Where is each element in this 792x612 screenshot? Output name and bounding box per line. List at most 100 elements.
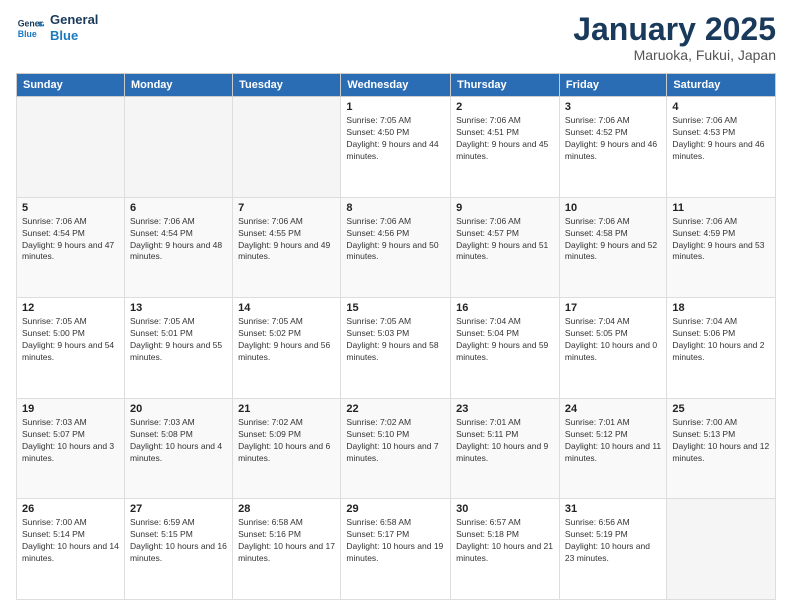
day-number: 11 — [672, 202, 770, 214]
table-row: 29 Sunrise: 6:58 AMSunset: 5:17 PMDaylig… — [341, 499, 451, 600]
day-number: 29 — [346, 503, 445, 515]
day-number: 15 — [346, 302, 445, 314]
day-info: Sunrise: 7:04 AMSunset: 5:04 PMDaylight:… — [456, 316, 548, 362]
day-number: 19 — [22, 403, 119, 415]
table-row: 26 Sunrise: 7:00 AMSunset: 5:14 PMDaylig… — [17, 499, 125, 600]
day-info: Sunrise: 7:05 AMSunset: 5:00 PMDaylight:… — [22, 316, 114, 362]
table-row: 7 Sunrise: 7:06 AMSunset: 4:55 PMDayligh… — [233, 197, 341, 298]
day-number: 14 — [238, 302, 335, 314]
day-info: Sunrise: 7:06 AMSunset: 4:58 PMDaylight:… — [565, 216, 657, 262]
table-row — [17, 97, 125, 198]
day-info: Sunrise: 7:04 AMSunset: 5:06 PMDaylight:… — [672, 316, 764, 362]
table-row — [667, 499, 776, 600]
header-monday: Monday — [124, 74, 232, 97]
header-wednesday: Wednesday — [341, 74, 451, 97]
day-info: Sunrise: 7:05 AMSunset: 5:01 PMDaylight:… — [130, 316, 222, 362]
table-row — [124, 97, 232, 198]
day-number: 23 — [456, 403, 554, 415]
day-number: 1 — [346, 101, 445, 113]
day-info: Sunrise: 7:00 AMSunset: 5:14 PMDaylight:… — [22, 517, 119, 563]
table-row — [233, 97, 341, 198]
day-info: Sunrise: 7:06 AMSunset: 4:56 PMDaylight:… — [346, 216, 438, 262]
table-row: 28 Sunrise: 6:58 AMSunset: 5:16 PMDaylig… — [233, 499, 341, 600]
week-row-4: 26 Sunrise: 7:00 AMSunset: 5:14 PMDaylig… — [17, 499, 776, 600]
week-row-1: 5 Sunrise: 7:06 AMSunset: 4:54 PMDayligh… — [17, 197, 776, 298]
day-info: Sunrise: 7:00 AMSunset: 5:13 PMDaylight:… — [672, 417, 769, 463]
table-row: 1 Sunrise: 7:05 AMSunset: 4:50 PMDayligh… — [341, 97, 451, 198]
day-number: 26 — [22, 503, 119, 515]
day-number: 6 — [130, 202, 227, 214]
table-row: 13 Sunrise: 7:05 AMSunset: 5:01 PMDaylig… — [124, 298, 232, 399]
day-info: Sunrise: 7:06 AMSunset: 4:54 PMDaylight:… — [22, 216, 114, 262]
day-info: Sunrise: 6:57 AMSunset: 5:18 PMDaylight:… — [456, 517, 553, 563]
day-number: 22 — [346, 403, 445, 415]
calendar-page: General Blue General Blue January 2025 M… — [0, 0, 792, 612]
day-number: 4 — [672, 101, 770, 113]
day-number: 20 — [130, 403, 227, 415]
table-row: 12 Sunrise: 7:05 AMSunset: 5:00 PMDaylig… — [17, 298, 125, 399]
day-number: 8 — [346, 202, 445, 214]
day-info: Sunrise: 7:02 AMSunset: 5:10 PMDaylight:… — [346, 417, 438, 463]
day-number: 5 — [22, 202, 119, 214]
day-number: 30 — [456, 503, 554, 515]
day-info: Sunrise: 7:03 AMSunset: 5:08 PMDaylight:… — [130, 417, 222, 463]
table-row: 14 Sunrise: 7:05 AMSunset: 5:02 PMDaylig… — [233, 298, 341, 399]
day-number: 13 — [130, 302, 227, 314]
day-info: Sunrise: 7:06 AMSunset: 4:51 PMDaylight:… — [456, 115, 548, 161]
table-row: 3 Sunrise: 7:06 AMSunset: 4:52 PMDayligh… — [559, 97, 666, 198]
table-row: 10 Sunrise: 7:06 AMSunset: 4:58 PMDaylig… — [559, 197, 666, 298]
day-number: 27 — [130, 503, 227, 515]
table-row: 8 Sunrise: 7:06 AMSunset: 4:56 PMDayligh… — [341, 197, 451, 298]
day-number: 18 — [672, 302, 770, 314]
header-saturday: Saturday — [667, 74, 776, 97]
table-row: 31 Sunrise: 6:56 AMSunset: 5:19 PMDaylig… — [559, 499, 666, 600]
table-row: 18 Sunrise: 7:04 AMSunset: 5:06 PMDaylig… — [667, 298, 776, 399]
day-number: 28 — [238, 503, 335, 515]
week-row-0: 1 Sunrise: 7:05 AMSunset: 4:50 PMDayligh… — [17, 97, 776, 198]
table-row: 30 Sunrise: 6:57 AMSunset: 5:18 PMDaylig… — [451, 499, 560, 600]
table-row: 19 Sunrise: 7:03 AMSunset: 5:07 PMDaylig… — [17, 398, 125, 499]
day-number: 31 — [565, 503, 661, 515]
table-row: 25 Sunrise: 7:00 AMSunset: 5:13 PMDaylig… — [667, 398, 776, 499]
table-row: 16 Sunrise: 7:04 AMSunset: 5:04 PMDaylig… — [451, 298, 560, 399]
table-row: 2 Sunrise: 7:06 AMSunset: 4:51 PMDayligh… — [451, 97, 560, 198]
table-row: 4 Sunrise: 7:06 AMSunset: 4:53 PMDayligh… — [667, 97, 776, 198]
day-number: 24 — [565, 403, 661, 415]
day-number: 17 — [565, 302, 661, 314]
day-number: 12 — [22, 302, 119, 314]
day-info: Sunrise: 7:04 AMSunset: 5:05 PMDaylight:… — [565, 316, 657, 362]
day-info: Sunrise: 6:58 AMSunset: 5:17 PMDaylight:… — [346, 517, 443, 563]
day-info: Sunrise: 7:02 AMSunset: 5:09 PMDaylight:… — [238, 417, 330, 463]
header-friday: Friday — [559, 74, 666, 97]
title-block: January 2025 Maruoka, Fukui, Japan — [573, 12, 776, 63]
day-info: Sunrise: 7:06 AMSunset: 4:57 PMDaylight:… — [456, 216, 548, 262]
week-row-2: 12 Sunrise: 7:05 AMSunset: 5:00 PMDaylig… — [17, 298, 776, 399]
logo-text: General — [50, 12, 98, 28]
day-info: Sunrise: 7:03 AMSunset: 5:07 PMDaylight:… — [22, 417, 114, 463]
calendar-table: Sunday Monday Tuesday Wednesday Thursday… — [16, 73, 776, 600]
day-number: 10 — [565, 202, 661, 214]
day-info: Sunrise: 6:58 AMSunset: 5:16 PMDaylight:… — [238, 517, 335, 563]
day-info: Sunrise: 6:59 AMSunset: 5:15 PMDaylight:… — [130, 517, 227, 563]
day-info: Sunrise: 7:06 AMSunset: 4:52 PMDaylight:… — [565, 115, 657, 161]
header-thursday: Thursday — [451, 74, 560, 97]
table-row: 17 Sunrise: 7:04 AMSunset: 5:05 PMDaylig… — [559, 298, 666, 399]
day-info: Sunrise: 7:01 AMSunset: 5:11 PMDaylight:… — [456, 417, 548, 463]
calendar-subtitle: Maruoka, Fukui, Japan — [573, 47, 776, 63]
day-info: Sunrise: 7:05 AMSunset: 5:03 PMDaylight:… — [346, 316, 438, 362]
logo-icon: General Blue — [16, 14, 44, 42]
table-row: 20 Sunrise: 7:03 AMSunset: 5:08 PMDaylig… — [124, 398, 232, 499]
table-row: 9 Sunrise: 7:06 AMSunset: 4:57 PMDayligh… — [451, 197, 560, 298]
day-info: Sunrise: 7:06 AMSunset: 4:54 PMDaylight:… — [130, 216, 222, 262]
day-number: 9 — [456, 202, 554, 214]
day-info: Sunrise: 7:06 AMSunset: 4:53 PMDaylight:… — [672, 115, 764, 161]
header-tuesday: Tuesday — [233, 74, 341, 97]
day-number: 2 — [456, 101, 554, 113]
day-number: 21 — [238, 403, 335, 415]
table-row: 21 Sunrise: 7:02 AMSunset: 5:09 PMDaylig… — [233, 398, 341, 499]
day-info: Sunrise: 7:05 AMSunset: 4:50 PMDaylight:… — [346, 115, 438, 161]
table-row: 6 Sunrise: 7:06 AMSunset: 4:54 PMDayligh… — [124, 197, 232, 298]
header-sunday: Sunday — [17, 74, 125, 97]
logo: General Blue General Blue — [16, 12, 98, 43]
table-row: 11 Sunrise: 7:06 AMSunset: 4:59 PMDaylig… — [667, 197, 776, 298]
